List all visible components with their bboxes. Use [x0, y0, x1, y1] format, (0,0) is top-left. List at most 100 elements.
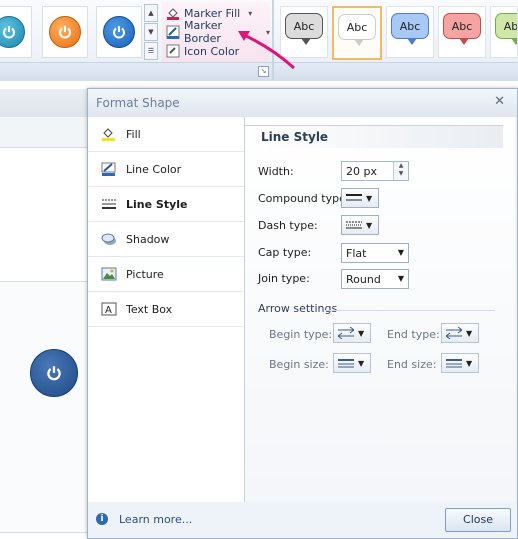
chevron-down-icon: ▼: [466, 328, 473, 338]
cap-type-select[interactable]: Flat ▼: [341, 243, 409, 263]
svg-text:A: A: [105, 305, 112, 316]
callout-style-tile[interactable]: Abc: [438, 6, 486, 58]
begin-size-label: Begin size:: [269, 358, 329, 371]
dialog-titlebar[interactable]: Format Shape ✕: [88, 89, 517, 117]
callout-style-preview: Abc: [495, 13, 517, 45]
paint-bucket-icon: [100, 126, 118, 142]
pencil-icon: [100, 161, 118, 177]
gallery-more-icon[interactable]: ☰: [144, 42, 158, 60]
arrow-size-icon: [446, 359, 462, 368]
scroll-up-icon[interactable]: ▲: [144, 4, 158, 22]
document-toolbar: [0, 89, 90, 120]
gallery-scroller: ▲ ▼ ☰: [144, 4, 158, 60]
shape-frame[interactable]: [0, 281, 89, 533]
shadow-icon: [100, 231, 118, 247]
nav-item-label: Shadow: [126, 232, 170, 246]
power-style-tile-blue[interactable]: [96, 6, 142, 58]
callout-style-preview: Abc: [443, 13, 481, 45]
spin-down-icon[interactable]: ▼: [394, 170, 408, 178]
chevron-down-icon: ▼: [397, 274, 404, 283]
group-divider: [325, 310, 495, 311]
power-icon: [49, 16, 81, 48]
arrow-size-icon: [338, 359, 354, 368]
dash-type-dropdown[interactable]: ▼: [341, 215, 379, 235]
nav-item-fill[interactable]: Fill: [88, 117, 244, 152]
begin-type-dropdown[interactable]: ▼: [333, 323, 371, 343]
spinner-arrows[interactable]: ▲ ▼: [393, 162, 408, 180]
annotation-arrow: [238, 31, 296, 70]
cap-type-label: Cap type:: [258, 246, 312, 259]
callout-style-preview: Abc: [338, 14, 376, 46]
paint-bucket-icon: [167, 8, 179, 20]
picture-icon: [100, 266, 118, 282]
chevron-down-icon: ▼: [366, 193, 373, 203]
nav-item-label: Line Style: [126, 197, 188, 211]
power-icon: [103, 16, 135, 48]
document-canvas: [0, 81, 90, 538]
nav-item-label: Line Color: [126, 162, 182, 176]
chevron-down-icon: ▼: [358, 328, 365, 338]
end-type-dropdown[interactable]: ▼: [441, 323, 479, 343]
callout-style-tile[interactable]: Abc: [386, 6, 434, 58]
nav-item-label: Picture: [126, 267, 164, 281]
icon-color-button[interactable]: Icon Color: [166, 42, 239, 60]
callout-style-tile[interactable]: Abc: [490, 6, 518, 58]
compound-line-icon: [346, 194, 362, 201]
width-spinner[interactable]: 20 px ▲ ▼: [341, 161, 409, 181]
scroll-down-icon[interactable]: ▼: [144, 23, 158, 41]
panel-header: Line Style: [245, 125, 503, 148]
join-type-label: Join type:: [258, 272, 310, 285]
chevron-down-icon: ▼: [366, 220, 373, 230]
learn-more-link[interactable]: Learn more...: [119, 513, 192, 526]
info-icon: i: [96, 513, 108, 525]
compound-type-dropdown[interactable]: ▼: [341, 188, 379, 208]
close-button[interactable]: Close: [445, 508, 511, 532]
dash-type-label: Dash type:: [258, 219, 318, 232]
marker-fill-label: Marker Fill: [184, 6, 241, 20]
line-style-icon: [100, 196, 118, 212]
nav-item-label: Fill: [126, 127, 141, 141]
icon-color-label: Icon Color: [184, 44, 240, 58]
dialog-footer: i Learn more... Close: [88, 503, 517, 538]
document-ruler: [0, 117, 90, 148]
join-type-value: Round: [346, 273, 381, 286]
nav-item-shadow[interactable]: Shadow: [88, 222, 244, 257]
join-type-select[interactable]: Round ▼: [341, 269, 409, 289]
panel-title: Line Style: [261, 130, 329, 144]
dash-line-icon: [346, 221, 362, 229]
line-style-panel: Line Style Width: 20 px ▲ ▼ Compound typ…: [245, 117, 515, 502]
callout-style-tile-selected[interactable]: Abc: [332, 6, 382, 60]
nav-item-picture[interactable]: Picture: [88, 257, 244, 292]
spin-up-icon[interactable]: ▲: [394, 162, 408, 170]
nav-item-line-color[interactable]: Line Color: [88, 152, 244, 187]
callout-style-preview: Abc: [391, 13, 429, 45]
power-shape-icon[interactable]: [30, 349, 78, 397]
nav-item-text-box[interactable]: A Text Box: [88, 292, 244, 327]
chevron-down-icon: ▼: [397, 248, 404, 257]
begin-type-label: Begin type:: [269, 328, 333, 341]
chevron-down-icon: ▼: [466, 358, 473, 368]
power-icon: [0, 16, 25, 48]
power-style-tile-orange[interactable]: [42, 6, 88, 58]
end-size-label: End size:: [387, 358, 437, 371]
chevron-down-icon: ▾: [248, 8, 253, 18]
arrow-settings-heading: Arrow settings: [258, 302, 338, 315]
end-size-dropdown[interactable]: ▼: [441, 353, 479, 373]
arrow-type-icon: [338, 327, 354, 339]
nav-item-label: Text Box: [126, 302, 173, 316]
arrow-type-icon: [446, 327, 462, 339]
begin-size-dropdown[interactable]: ▼: [333, 353, 371, 373]
compound-type-label: Compound type:: [258, 192, 350, 205]
width-value: 20 px: [346, 165, 377, 178]
icon-color-icon: [166, 44, 180, 58]
format-nav: Fill Line Color Line Style Shadow Pictur…: [88, 117, 245, 502]
dialog-title: Format Shape: [96, 96, 180, 110]
pencil-icon: [166, 25, 180, 39]
chevron-down-icon: ▼: [358, 358, 365, 368]
width-label: Width:: [258, 165, 294, 178]
close-icon[interactable]: ✕: [494, 94, 505, 109]
text-box-icon: A: [100, 301, 118, 317]
format-shape-dialog: Format Shape ✕ Fill Line Color Line Styl…: [87, 88, 518, 539]
power-style-tile-teal[interactable]: [0, 6, 32, 58]
nav-item-line-style[interactable]: Line Style: [88, 187, 244, 222]
